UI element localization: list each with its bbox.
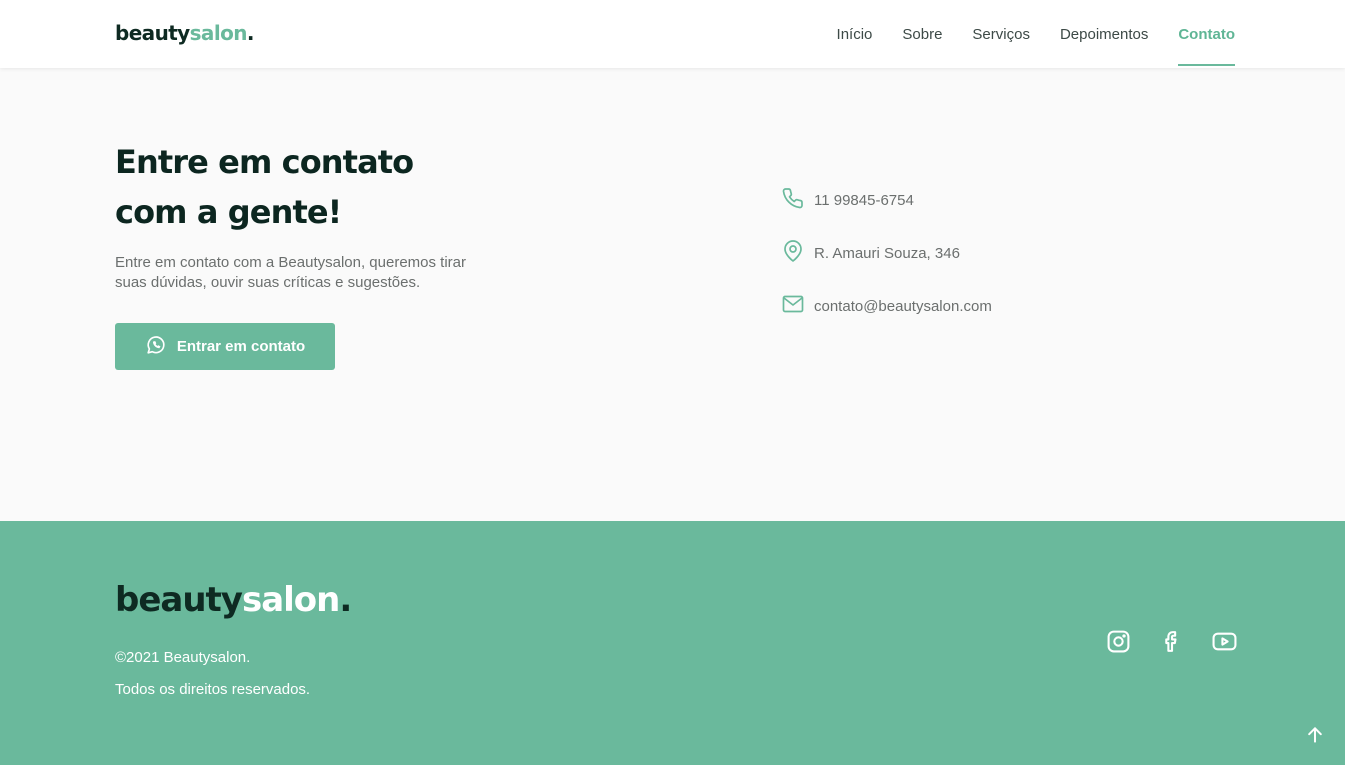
footer-logo-part2: salon — [241, 580, 340, 620]
site-footer: beautysalon. ©2021 Beautysalon. Todos os… — [0, 521, 1345, 765]
facebook-icon[interactable] — [1159, 629, 1184, 654]
page-description: Entre em contato com a Beautysalon, quer… — [115, 254, 467, 291]
brand-logo-part2: salon — [189, 21, 248, 45]
main-nav: Início Sobre Serviços Depoimentos Contat… — [837, 0, 1235, 68]
contact-email-text[interactable]: contato@beautysalon.com — [814, 298, 992, 315]
footer-logo-dot: . — [339, 580, 352, 620]
nav-item-depoimentos[interactable]: Depoimentos — [1060, 0, 1148, 68]
phone-icon — [781, 186, 814, 214]
mail-icon — [781, 292, 814, 320]
social-links — [1106, 629, 1237, 654]
location-pin-icon — [781, 239, 814, 267]
contact-email: contato@beautysalon.com — [781, 294, 992, 318]
footer-brand-logo[interactable]: beautysalon. — [115, 580, 352, 620]
brand-logo[interactable]: beautysalon. — [115, 21, 254, 45]
contact-whatsapp-button[interactable]: Entrar em contato — [115, 323, 335, 370]
footer-logo-part1: beauty — [115, 580, 243, 620]
brand-logo-part1: beauty — [115, 21, 190, 45]
nav-item-sobre[interactable]: Sobre — [902, 0, 942, 68]
contact-phone-text: 11 99845-6754 — [814, 191, 914, 209]
footer-rights: Todos os direitos reservados. — [115, 681, 311, 698]
nav-item-inicio[interactable]: Início — [837, 0, 873, 68]
page-title: Entre em contato com a gente! — [115, 137, 515, 237]
contact-address: R. Amauri Souza, 346 — [781, 239, 992, 267]
youtube-icon[interactable] — [1212, 629, 1237, 654]
site-header: beautysalon. Início Sobre Serviços Depoi… — [0, 0, 1345, 68]
footer-copyright: ©2021 Beautysalon. — [115, 649, 251, 666]
back-to-top-button[interactable] — [1304, 724, 1326, 746]
contact-button-label: Entrar em contato — [176, 338, 306, 355]
instagram-icon[interactable] — [1106, 629, 1131, 654]
whatsapp-icon — [145, 334, 167, 360]
page-title-line1: Entre em contato — [115, 143, 414, 181]
page-title-line2: com a gente! — [115, 193, 342, 231]
nav-item-servicos[interactable]: Serviços — [972, 0, 1030, 68]
contact-address-text: R. Amauri Souza, 346 — [814, 244, 960, 262]
contact-info-list: 11 99845-6754 R. Amauri Souza, 346 conta… — [781, 188, 992, 347]
arrow-up-icon — [1308, 727, 1322, 743]
contact-phone: 11 99845-6754 — [781, 188, 992, 212]
brand-logo-dot: . — [246, 21, 255, 45]
nav-item-contato[interactable]: Contato — [1178, 0, 1235, 68]
